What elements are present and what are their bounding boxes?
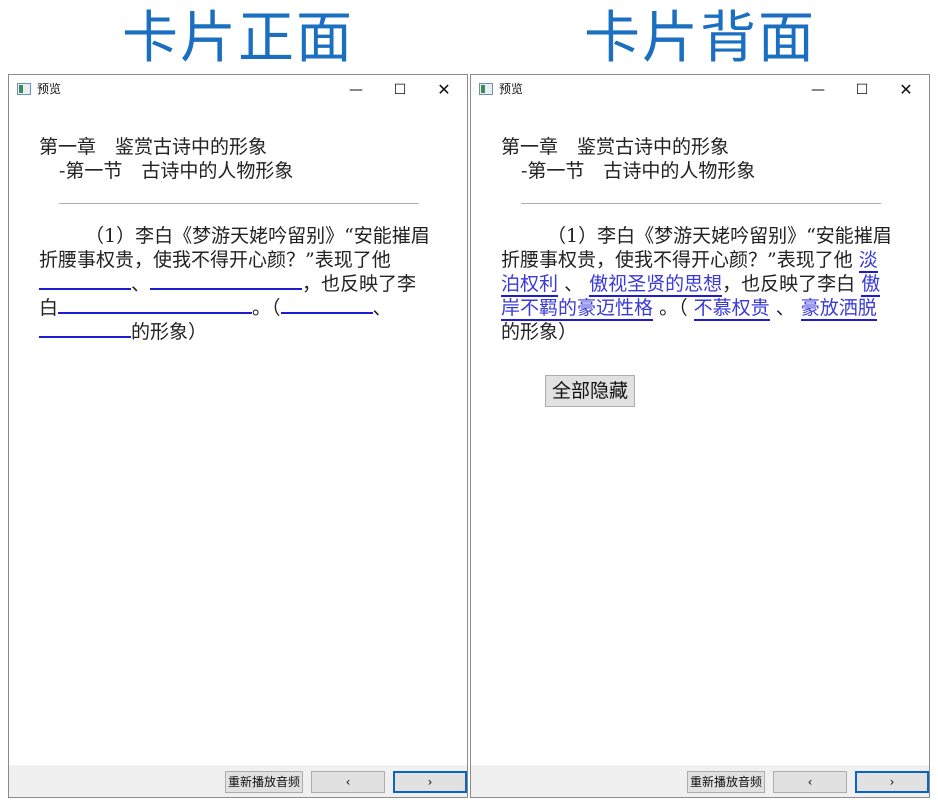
question-part: 、 xyxy=(131,273,151,295)
answer-blank xyxy=(150,272,303,290)
prev-button[interactable]: ‹ xyxy=(311,771,385,793)
bottom-toolbar: 重新播放音频 ‹ › xyxy=(471,765,929,797)
answer-blank xyxy=(39,320,131,338)
question-part: 、 xyxy=(372,297,392,319)
question-text: （1）李白《梦游天姥吟留别》“安能摧眉折腰事权贵，使我不得开心颜？”表现了他 淡… xyxy=(501,224,893,344)
app-icon xyxy=(479,83,493,95)
back-preview-window: 预览 — ☐ ✕ 第一章 鉴赏古诗中的形象 -第一节 古诗中的人物形象 （1）李… xyxy=(470,74,930,798)
front-preview-window: 预览 — ☐ ✕ 第一章 鉴赏古诗中的形象 -第一节 古诗中的人物形象 （1）李… xyxy=(8,74,468,798)
replay-audio-button[interactable]: 重新播放音频 xyxy=(687,771,765,793)
next-button[interactable]: › xyxy=(393,771,467,793)
answer-blank xyxy=(280,296,347,314)
card-content: 第一章 鉴赏古诗中的形象 -第一节 古诗中的人物形象 （1）李白《梦游天姥吟留别… xyxy=(39,135,431,344)
answer-text: 傲视圣贤的思想 xyxy=(589,273,723,297)
app-icon xyxy=(17,83,31,95)
title-bar: 预览 — ☐ ✕ xyxy=(471,75,929,105)
question-part: 。（ xyxy=(659,297,688,319)
question-part: 、 xyxy=(564,273,584,295)
minimize-icon[interactable]: — xyxy=(803,79,833,101)
answer-text: 不慕权贵 xyxy=(693,297,770,321)
bottom-toolbar: 重新播放音频 ‹ › xyxy=(9,765,467,797)
replay-audio-button[interactable]: 重新播放音频 xyxy=(225,771,303,793)
answer-blank xyxy=(58,296,253,314)
question-part: （1）李白《梦游天姥吟留别》“安能摧眉折腰事权贵，使我不得开心颜？”表现了他 xyxy=(501,225,892,271)
question-part: 。（ xyxy=(252,297,281,319)
minimize-icon[interactable]: — xyxy=(341,79,371,101)
question-part: 、 xyxy=(775,297,795,319)
window-title: 预览 xyxy=(37,82,62,96)
close-icon[interactable]: ✕ xyxy=(429,79,459,101)
card-content: 第一章 鉴赏古诗中的形象 -第一节 古诗中的人物形象 （1）李白《梦游天姥吟留别… xyxy=(501,135,893,344)
answer-blank xyxy=(39,272,131,290)
section-title: -第一节 古诗中的人物形象 xyxy=(521,160,756,182)
maximize-icon[interactable]: ☐ xyxy=(847,79,877,101)
next-button[interactable]: › xyxy=(855,771,929,793)
question-part: （1）李白《梦游天姥吟留别》“安能摧眉折腰事权贵，使我不得开心颜？”表现了他 xyxy=(39,225,430,271)
section-title: -第一节 古诗中的人物形象 xyxy=(59,160,294,182)
back-heading: 卡片背面 xyxy=(584,6,816,71)
question-text: （1）李白《梦游天姥吟留别》“安能摧眉折腰事权贵，使我不得开心颜？”表现了他、，… xyxy=(39,224,431,344)
answer-blank xyxy=(346,296,373,314)
answer-text: 豪放洒脱 xyxy=(800,297,877,321)
front-heading: 卡片正面 xyxy=(122,6,354,71)
divider xyxy=(521,203,881,204)
divider xyxy=(59,203,419,204)
prev-button[interactable]: ‹ xyxy=(773,771,847,793)
chapter-title: 第一章 鉴赏古诗中的形象 xyxy=(501,136,730,158)
question-part: 的形象） xyxy=(501,321,578,343)
question-part: ，也反映了李白 xyxy=(722,273,856,295)
title-bar: 预览 — ☐ ✕ xyxy=(9,75,467,105)
close-icon[interactable]: ✕ xyxy=(891,79,921,101)
maximize-icon[interactable]: ☐ xyxy=(385,79,415,101)
question-part: 的形象） xyxy=(131,321,208,343)
chapter-title: 第一章 鉴赏古诗中的形象 xyxy=(39,136,268,158)
window-title: 预览 xyxy=(499,82,524,96)
hide-all-button[interactable]: 全部隐藏 xyxy=(545,375,635,407)
